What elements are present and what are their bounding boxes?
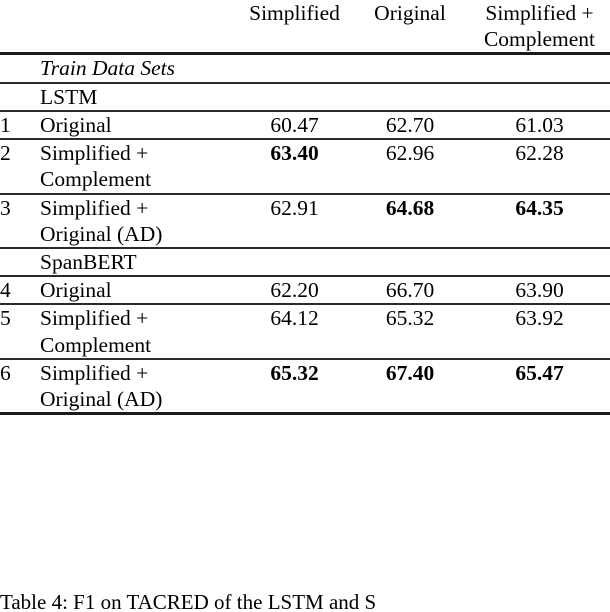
cell-original: 64.68 — [351, 192, 469, 248]
table-caption: Table 4: F1 on TACRED of the LSTM and S — [0, 590, 377, 612]
row-label: Simplified + Original (AD) — [40, 357, 238, 416]
row-label-line1: Simplified + — [40, 141, 149, 166]
row-index: 5 — [0, 303, 40, 359]
table-row: 1 Original 60.47 62.70 61.03 — [0, 109, 610, 140]
row-label: Simplified + Original (AD) — [40, 192, 238, 248]
row-index: 1 — [0, 109, 40, 140]
section-train-index-spacer — [0, 52, 40, 83]
cell-original: 62.96 — [351, 138, 469, 194]
section-row-lstm: LSTM — [0, 81, 610, 111]
row-label-line2: Original (AD) — [40, 221, 163, 246]
row-index: 2 — [0, 138, 40, 194]
cell-simplified: 62.20 — [238, 275, 351, 305]
row-label: Simplified + Complement — [40, 303, 238, 359]
section-row-train-data-sets: Train Data Sets — [0, 52, 610, 83]
cell-simplified-complement: 65.47 — [469, 357, 610, 416]
column-header-simplified-complement-line1: Simplified + — [485, 1, 594, 25]
row-label-line1: Original — [40, 112, 112, 137]
cell-simplified-complement: 63.92 — [469, 303, 610, 359]
results-table: Simplified Original Simplified + Complem… — [0, 0, 610, 416]
row-label-line1: Simplified + — [40, 306, 149, 331]
cell-simplified: 65.32 — [238, 357, 351, 416]
row-label-line2: Complement — [40, 332, 152, 357]
table-row: 6 Simplified + Original (AD) 65.32 67.40… — [0, 357, 610, 416]
row-label: Simplified + Complement — [40, 138, 238, 194]
row-index: 6 — [0, 357, 40, 416]
column-header-simplified-line1: Simplified — [249, 1, 340, 25]
table-header: Simplified Original Simplified + Complem… — [0, 0, 610, 54]
row-label-line2: Complement — [40, 167, 152, 192]
cell-simplified: 62.91 — [238, 192, 351, 248]
table-body: Train Data Sets LSTM 1 Original 60.47 62… — [0, 52, 610, 416]
cell-simplified: 63.40 — [238, 138, 351, 194]
column-header-dataset — [40, 0, 238, 54]
table-row: 3 Simplified + Original (AD) 62.91 64.68… — [0, 192, 610, 248]
cell-original: 66.70 — [351, 275, 469, 305]
cell-original: 65.32 — [351, 303, 469, 359]
row-label-line1: Original — [40, 278, 112, 303]
row-label-line1: Simplified + — [40, 195, 149, 220]
cell-simplified-complement: 62.28 — [469, 138, 610, 194]
cell-simplified-complement: 61.03 — [469, 109, 610, 140]
row-index: 3 — [0, 192, 40, 248]
row-label-line1: Simplified + — [40, 360, 149, 385]
cell-original: 62.70 — [351, 109, 469, 140]
table-row: 4 Original 62.20 66.70 63.90 — [0, 275, 610, 305]
table-figure: Simplified Original Simplified + Complem… — [0, 0, 610, 612]
column-header-simplified-complement: Simplified + Complement — [469, 0, 610, 54]
table-row: 5 Simplified + Complement 64.12 65.32 63… — [0, 303, 610, 359]
section-title-train-data-sets: Train Data Sets — [40, 52, 610, 83]
section-lstm-index-spacer — [0, 81, 40, 111]
table-row: 2 Simplified + Complement 63.40 62.96 62… — [0, 138, 610, 194]
row-index: 4 — [0, 275, 40, 305]
cell-simplified: 64.12 — [238, 303, 351, 359]
row-label: Original — [40, 275, 238, 305]
cell-simplified-complement: 63.90 — [469, 275, 610, 305]
section-row-spanbert: SpanBERT — [0, 246, 610, 277]
table-header-row: Simplified Original Simplified + Complem… — [0, 0, 610, 54]
cell-simplified-complement: 64.35 — [469, 192, 610, 248]
column-header-simplified: Simplified — [238, 0, 351, 54]
column-header-original-line1: Original — [374, 1, 446, 25]
section-title-lstm: LSTM — [40, 81, 610, 111]
row-label-line2: Original (AD) — [40, 387, 163, 412]
row-label: Original — [40, 109, 238, 140]
cell-original: 67.40 — [351, 357, 469, 416]
column-header-original: Original — [351, 0, 469, 54]
column-header-simplified-complement-line2: Complement — [483, 27, 596, 52]
column-header-index — [0, 0, 40, 54]
section-spanbert-index-spacer — [0, 246, 40, 277]
section-title-spanbert: SpanBERT — [40, 246, 610, 277]
cell-simplified: 60.47 — [238, 109, 351, 140]
